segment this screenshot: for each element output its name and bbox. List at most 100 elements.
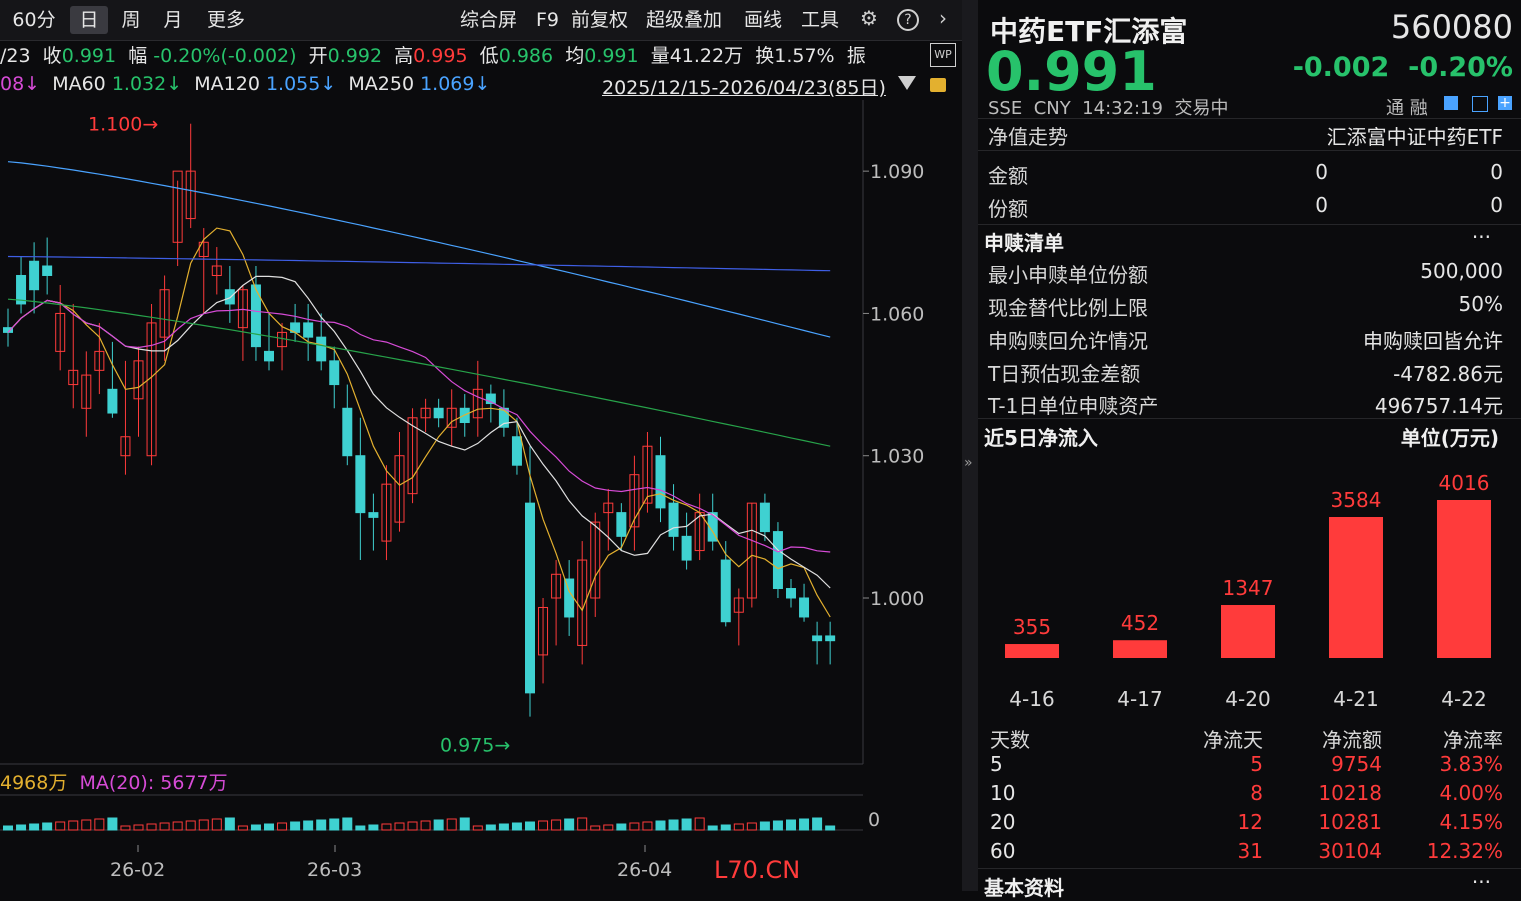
flow-table-cell: 4.00% xyxy=(1439,781,1503,805)
volume-bar xyxy=(707,825,718,831)
volume-bar xyxy=(746,822,757,831)
volume-bar xyxy=(420,820,431,831)
amount-value-1: 0 xyxy=(1315,160,1328,184)
lock-icon[interactable] xyxy=(930,78,946,92)
flow-table-cell: 10218 xyxy=(1318,781,1382,805)
tool-f9[interactable]: F9 xyxy=(536,6,559,34)
volume-bar xyxy=(55,821,66,831)
tool-overlay[interactable]: 超级叠加 xyxy=(646,6,722,34)
tool-tools[interactable]: 工具 xyxy=(801,6,839,34)
amplitude-label: 振 xyxy=(846,45,866,67)
basic-info-title[interactable]: 基本资料 xyxy=(984,872,1064,901)
wp-icon[interactable]: WP xyxy=(930,43,956,67)
candle-body xyxy=(681,535,692,561)
tab-week[interactable]: 周 xyxy=(112,6,150,34)
tab-day[interactable]: 日 xyxy=(70,6,108,34)
turnover-label: 换 xyxy=(755,45,775,67)
y-tick-label: 1.060 xyxy=(870,303,924,325)
tab-more[interactable]: 更多 xyxy=(198,6,254,34)
volume-bar xyxy=(224,817,235,831)
quote-time: 14:32:19 xyxy=(1082,98,1164,119)
candle-body xyxy=(29,260,40,291)
security-code: 560080 xyxy=(1390,8,1513,46)
candle-body xyxy=(316,336,327,362)
low-mark: 0.975→ xyxy=(440,735,510,757)
amount-value-2: 0 xyxy=(1490,160,1503,184)
x-tick-label: 26-04 xyxy=(617,859,672,881)
tab-60min[interactable]: 60分 xyxy=(6,6,62,34)
redeem-value: -4782.86元 xyxy=(1393,362,1503,386)
change-label: 幅 xyxy=(128,45,148,67)
flow-title: 近5日净流入 xyxy=(984,426,1098,450)
candle-body xyxy=(511,436,522,466)
ma60-value: 1.032↓ xyxy=(111,73,183,95)
candle-body xyxy=(720,559,731,623)
date-range[interactable]: 2025/12/15-2026/04/23(85日) xyxy=(602,73,886,100)
volume-bar xyxy=(799,818,810,831)
ma250-line xyxy=(7,255,831,272)
tool-draw[interactable]: 画线 xyxy=(744,6,782,34)
volume-value: 4968万 xyxy=(0,772,68,794)
x-tick-label: 26-03 xyxy=(307,859,362,881)
volume-bar xyxy=(107,817,118,831)
volume-bar xyxy=(355,825,366,831)
dropdown-icon[interactable] xyxy=(898,76,916,90)
currency: CNY xyxy=(1033,98,1071,119)
add-icon[interactable]: + xyxy=(1498,96,1512,110)
basic-info-more-button[interactable]: ··· xyxy=(1472,870,1491,894)
volume-bar xyxy=(94,818,105,831)
volume-bar xyxy=(185,820,196,831)
volume-bar xyxy=(498,823,509,831)
volume-bar xyxy=(825,825,836,831)
tool-composite-screen[interactable]: 综合屏 xyxy=(460,6,517,34)
help-icon[interactable]: ? xyxy=(897,9,919,31)
change-pct: -0.20% xyxy=(1408,52,1513,83)
volume-bar xyxy=(211,818,222,831)
volume-bar xyxy=(342,817,353,831)
volume-bar xyxy=(616,823,627,831)
volume-bar xyxy=(120,825,131,831)
flow-table-cell: 4.15% xyxy=(1439,810,1503,834)
nav-title[interactable]: 净值走势 xyxy=(988,121,1068,150)
tool-forward-adjust[interactable]: 前复权 xyxy=(571,6,628,34)
chevron-right-icon[interactable]: › xyxy=(932,8,954,31)
candle-body xyxy=(825,635,836,642)
candle-body xyxy=(564,578,575,618)
flow-table-cell: 5 xyxy=(990,752,1003,776)
volume-bar xyxy=(459,817,470,831)
x-tick-label: 26-02 xyxy=(110,859,165,881)
panel-divider[interactable]: » xyxy=(962,0,978,891)
volume-bar xyxy=(329,818,340,831)
candle-body xyxy=(786,588,796,599)
flow-table-cell: 8 xyxy=(1250,781,1263,805)
bell-icon[interactable] xyxy=(1472,96,1488,112)
amount-label: 金额 xyxy=(988,164,1028,188)
volume-bar xyxy=(29,823,40,831)
volume-bar xyxy=(772,820,783,831)
y-tick-label: 1.090 xyxy=(870,161,924,183)
fund-name: 汇添富中证中药ETF xyxy=(1326,125,1503,149)
volume-bar xyxy=(786,819,796,831)
shares-value-2: 0 xyxy=(1490,193,1503,217)
flow-table-header: 净流率 xyxy=(1443,728,1503,752)
tab-month[interactable]: 月 xyxy=(154,6,192,34)
high-value: 0.995 xyxy=(413,45,468,67)
high-label: 高 xyxy=(394,45,414,67)
flow-table-cell: 10 xyxy=(990,781,1016,805)
redeem-value: 496757.14元 xyxy=(1374,394,1503,418)
expand-icon[interactable]: » xyxy=(964,455,973,471)
gear-icon[interactable]: ⚙ xyxy=(858,8,880,31)
volume-bar xyxy=(538,820,549,831)
volume-bar xyxy=(720,824,731,831)
ma120-line xyxy=(7,161,831,338)
flow-table-cell: 31 xyxy=(1237,839,1263,863)
edit-icon[interactable] xyxy=(1444,96,1458,110)
redeem-more-button[interactable]: ··· xyxy=(1472,225,1491,249)
ma250-value: 1.069↓ xyxy=(420,73,491,95)
volume-bar xyxy=(433,819,444,831)
inflow-date-label: 4-16 xyxy=(1009,687,1054,711)
candle-body xyxy=(772,531,783,590)
candle-body xyxy=(42,265,53,276)
volume-bar xyxy=(694,817,705,831)
change-abs: -0.002 xyxy=(1292,52,1390,83)
